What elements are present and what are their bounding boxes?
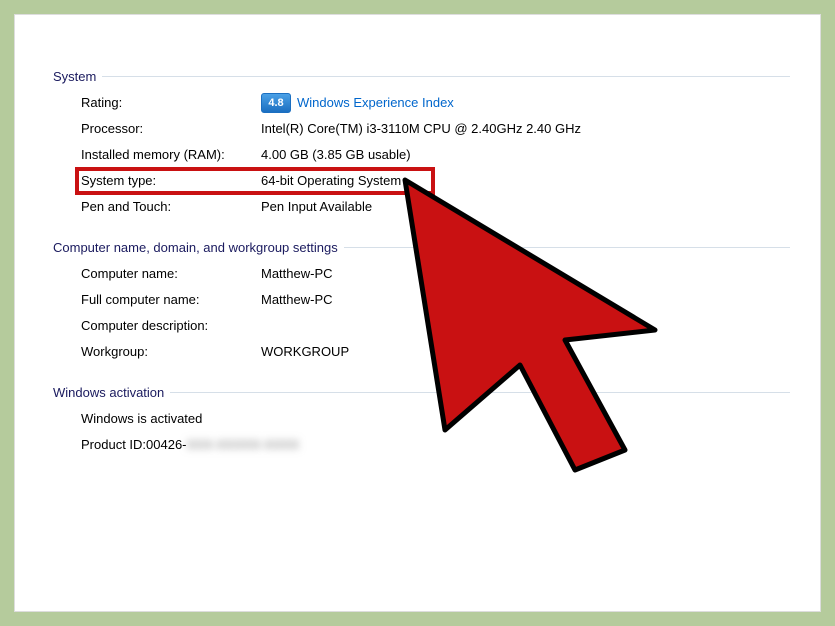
label-processor: Processor: xyxy=(81,118,261,140)
row-activation-status: Windows is activated xyxy=(81,408,790,430)
value-productid-prefix: 00426- xyxy=(146,434,186,456)
label-systype: System type: xyxy=(81,170,261,192)
value-workgroup: WORKGROUP xyxy=(261,341,790,363)
value-rating: 4.8 Windows Experience Index xyxy=(261,92,790,114)
label-fullname: Full computer name: xyxy=(81,289,261,311)
section-header-computer: Computer name, domain, and workgroup set… xyxy=(53,240,790,255)
section-title-computer: Computer name, domain, and workgroup set… xyxy=(53,240,344,255)
label-description: Computer description: xyxy=(81,315,261,337)
section-title-activation: Windows activation xyxy=(53,385,170,400)
row-rating: Rating: 4.8 Windows Experience Index xyxy=(81,92,790,114)
value-pentouch: Pen Input Available xyxy=(261,196,790,218)
section-header-system: System xyxy=(53,69,790,84)
row-fullname: Full computer name: Matthew-PC xyxy=(81,289,790,311)
value-systype: 64-bit Operating System xyxy=(261,170,790,192)
section-header-activation: Windows activation xyxy=(53,385,790,400)
value-description xyxy=(261,315,790,337)
value-computername: Matthew-PC xyxy=(261,263,790,285)
value-memory: 4.00 GB (3.85 GB usable) xyxy=(261,144,790,166)
row-memory: Installed memory (RAM): 4.00 GB (3.85 GB… xyxy=(81,144,790,166)
divider xyxy=(344,247,790,248)
label-memory: Installed memory (RAM): xyxy=(81,144,261,166)
row-processor: Processor: Intel(R) Core(TM) i3-3110M CP… xyxy=(81,118,790,140)
row-system-type: System type: 64-bit Operating System xyxy=(81,170,790,192)
system-properties-panel: System Rating: 4.8 Windows Experience In… xyxy=(14,14,821,612)
value-fullname: Matthew-PC xyxy=(261,289,790,311)
divider xyxy=(102,76,790,77)
row-description: Computer description: xyxy=(81,315,790,337)
label-pentouch: Pen and Touch: xyxy=(81,196,261,218)
row-productid: Product ID: 00426- XXX-XXXXX-XXXX xyxy=(81,434,790,456)
label-productid: Product ID: xyxy=(81,434,146,456)
wei-score-badge: 4.8 xyxy=(261,93,291,113)
wei-link[interactable]: Windows Experience Index xyxy=(297,92,454,114)
section-title-system: System xyxy=(53,69,102,84)
value-activation-status: Windows is activated xyxy=(81,408,202,430)
row-computername: Computer name: Matthew-PC xyxy=(81,263,790,285)
value-processor: Intel(R) Core(TM) i3-3110M CPU @ 2.40GHz… xyxy=(261,118,790,140)
label-workgroup: Workgroup: xyxy=(81,341,261,363)
divider xyxy=(170,392,790,393)
row-pentouch: Pen and Touch: Pen Input Available xyxy=(81,196,790,218)
label-rating: Rating: xyxy=(81,92,261,114)
label-computername: Computer name: xyxy=(81,263,261,285)
value-productid-hidden: XXX-XXXXX-XXXX xyxy=(187,434,300,456)
row-workgroup: Workgroup: WORKGROUP xyxy=(81,341,790,363)
